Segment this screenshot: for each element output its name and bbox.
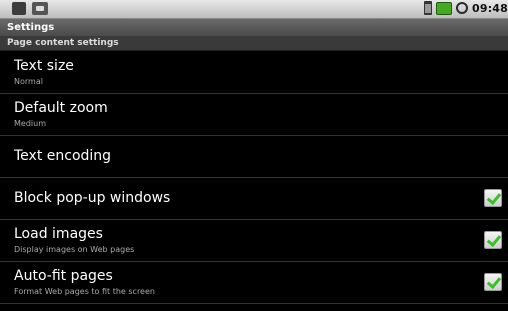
auto-fit-checkbox[interactable] xyxy=(484,273,502,291)
setting-title: Auto-fit pages xyxy=(14,268,113,284)
setting-text-encoding[interactable]: Text encoding xyxy=(0,136,508,178)
setting-block-popups[interactable]: Block pop-up windows xyxy=(0,178,508,220)
sd-card-icon xyxy=(423,1,432,15)
status-time: 09:48 xyxy=(471,1,508,15)
setting-title: Load images xyxy=(14,226,103,242)
section-header: Page content settings xyxy=(0,36,508,51)
setting-default-zoom[interactable]: Default zoom Medium xyxy=(0,94,508,136)
status-bar: 09:48 xyxy=(0,0,508,19)
block-popups-checkbox[interactable] xyxy=(484,189,502,207)
setting-title: Block pop-up windows xyxy=(14,190,171,206)
usb-icon[interactable] xyxy=(32,2,48,15)
alarm-icon xyxy=(455,2,468,14)
setting-title: Text encoding xyxy=(14,148,112,164)
battery-icon xyxy=(435,1,452,15)
setting-auto-fit[interactable]: Auto-fit pages Format Web pages to fit t… xyxy=(0,262,508,304)
settings-list: Text size Normal Default zoom Medium Tex… xyxy=(0,52,508,304)
setting-summary: Display images on Web pages xyxy=(14,245,135,254)
title-bar: Settings xyxy=(0,19,508,36)
setting-summary: Medium xyxy=(14,119,46,128)
setting-summary: Normal xyxy=(14,77,43,86)
setting-title: Text size xyxy=(14,58,74,74)
setting-title: Default zoom xyxy=(14,100,108,116)
notification-icon[interactable] xyxy=(12,2,26,15)
load-images-checkbox[interactable] xyxy=(484,231,502,249)
status-bar-left xyxy=(12,2,48,15)
status-bar-right: 09:48 xyxy=(423,1,508,15)
setting-summary: Format Web pages to fit the screen xyxy=(14,287,155,296)
setting-text-size[interactable]: Text size Normal xyxy=(0,52,508,94)
setting-load-images[interactable]: Load images Display images on Web pages xyxy=(0,220,508,262)
